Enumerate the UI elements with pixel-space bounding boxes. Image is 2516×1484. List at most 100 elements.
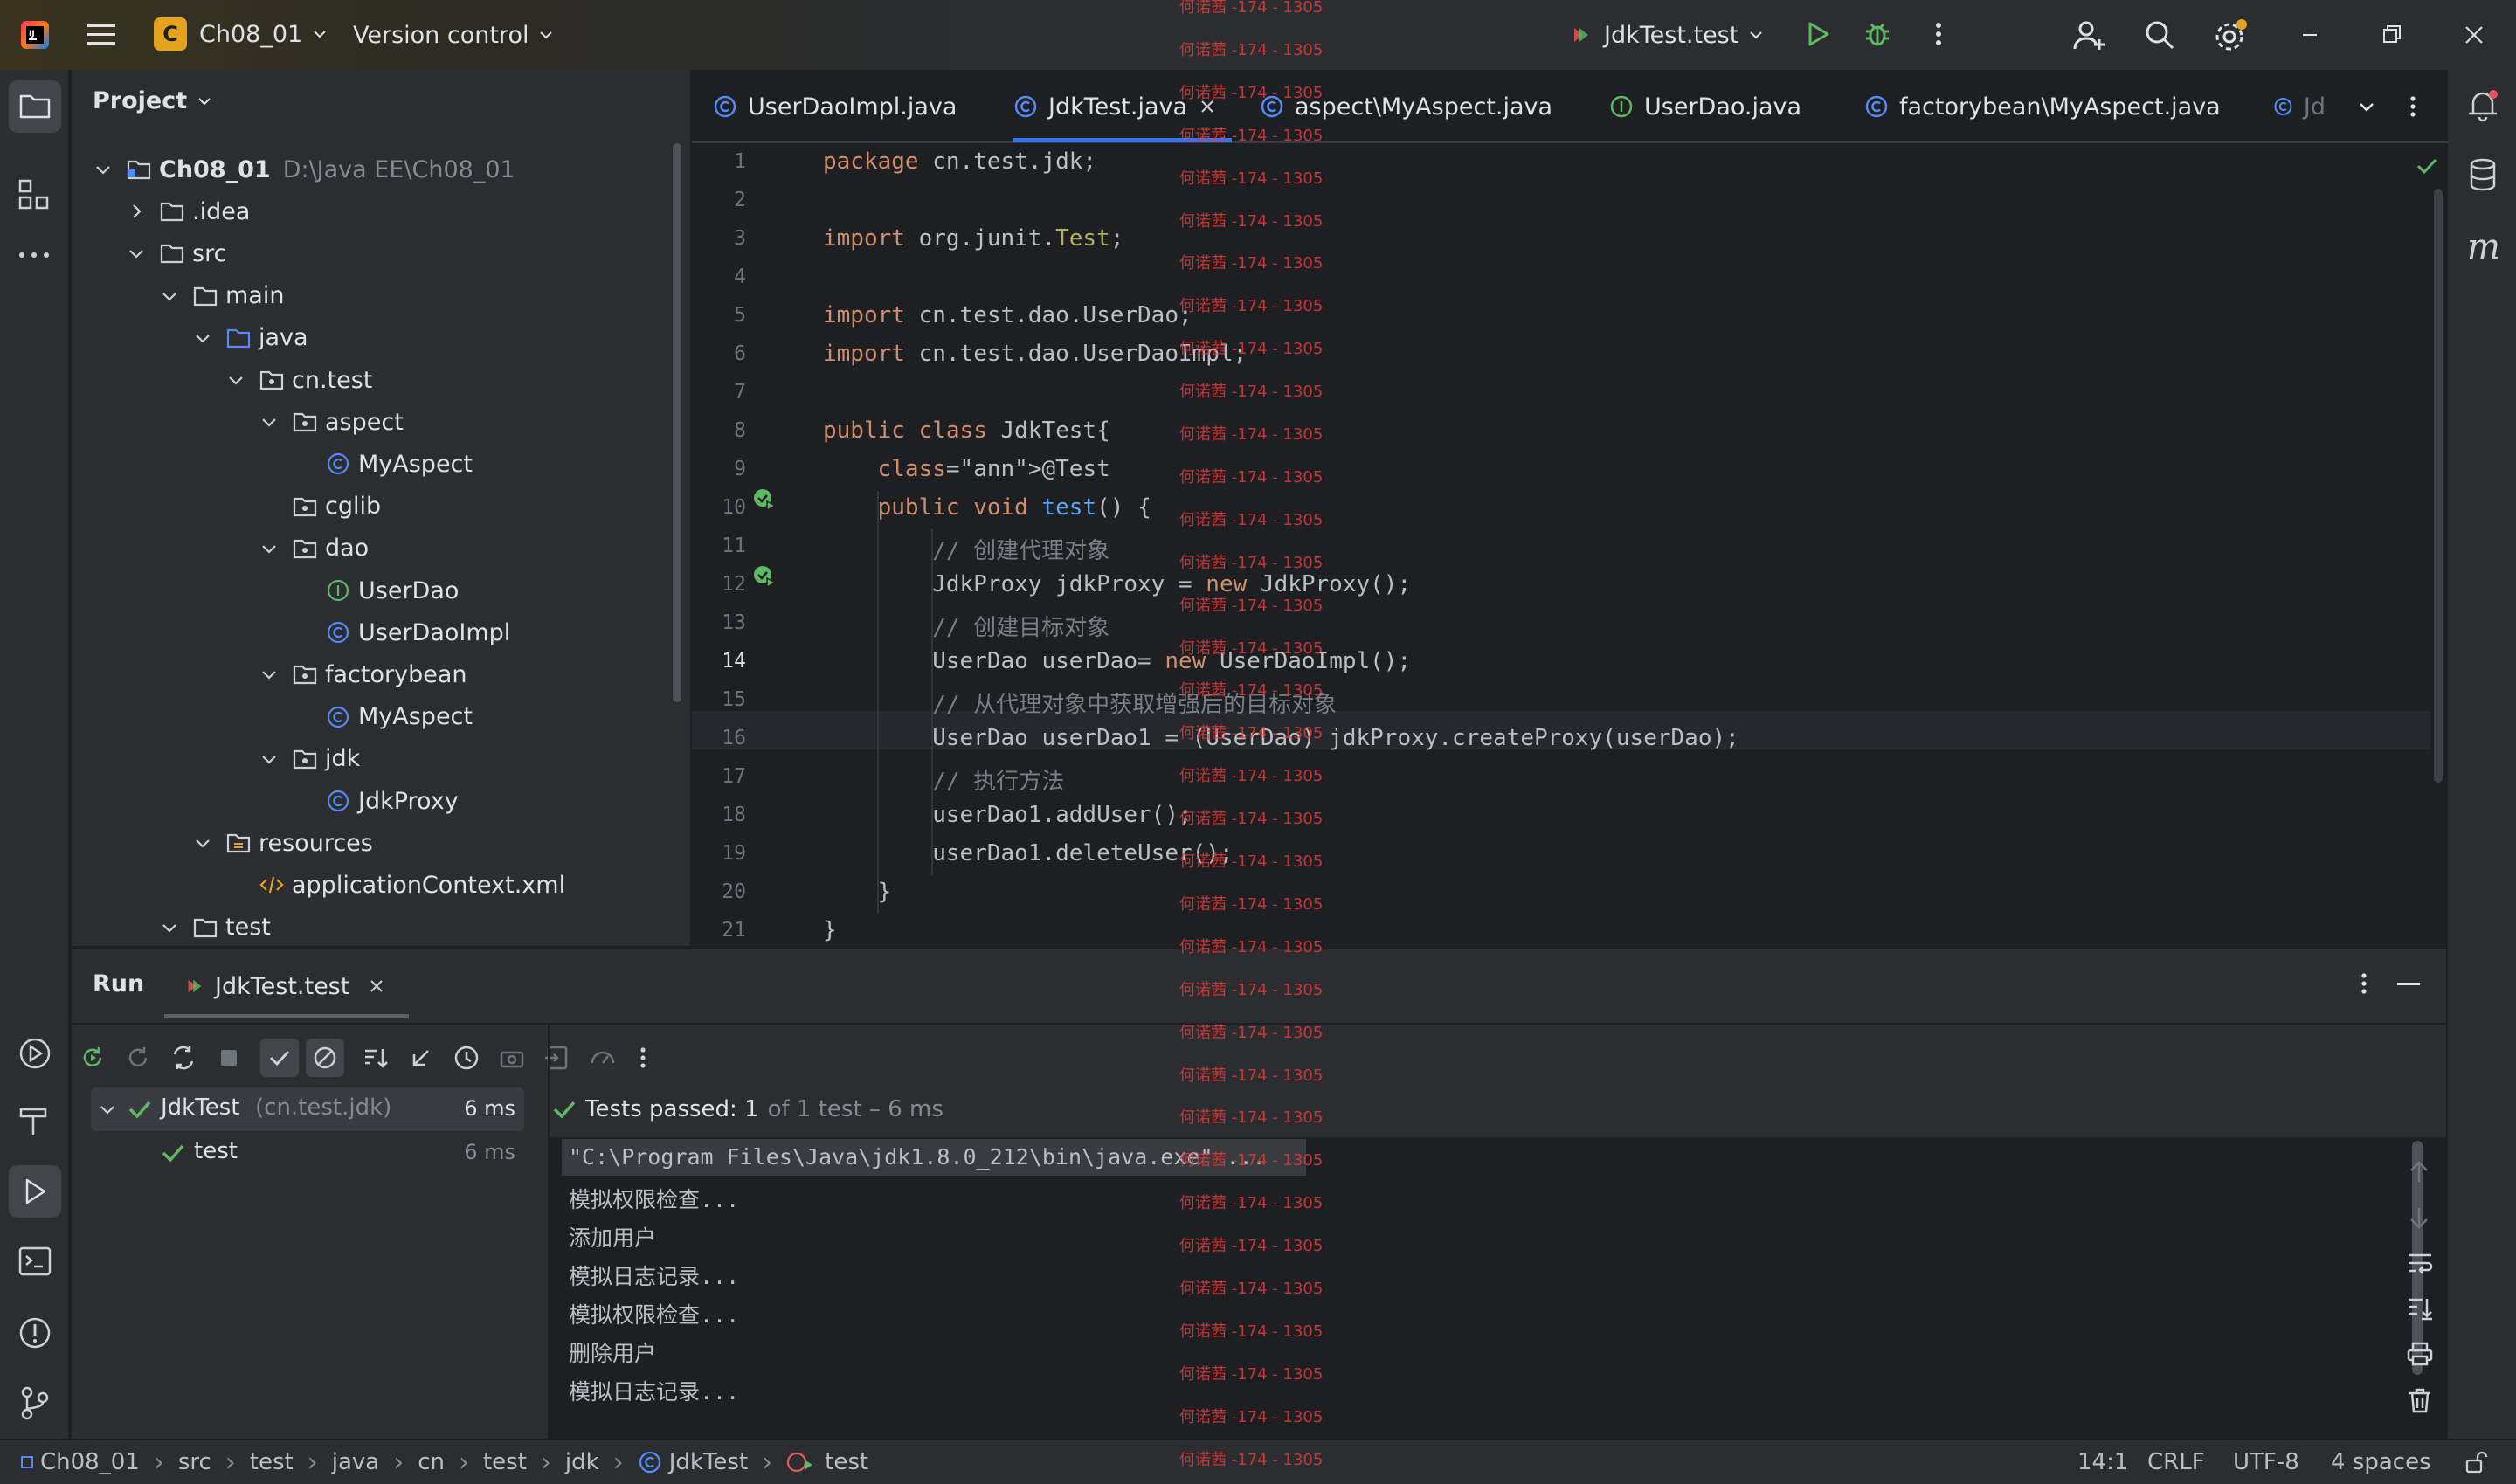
tree-item[interactable]: JdkProxy xyxy=(292,780,459,822)
breadcrumb-item[interactable]: test xyxy=(483,1449,527,1475)
run-test-gutter-icon[interactable] xyxy=(752,487,777,512)
soft-wrap-icon[interactable] xyxy=(2406,1250,2434,1276)
debug-button[interactable] xyxy=(1863,19,1892,49)
run-config-selector[interactable]: JdkTest.test xyxy=(1569,17,1765,52)
project-panel-header[interactable]: Project xyxy=(93,87,213,114)
code-with-me-button[interactable] xyxy=(2072,17,2107,52)
tab-userdaoimpl[interactable]: UserDaoImpl.java xyxy=(713,70,957,143)
chevron-down-icon[interactable] xyxy=(192,328,213,349)
file-encoding[interactable]: UTF-8 xyxy=(2233,1440,2299,1484)
tree-item[interactable]: MyAspect xyxy=(292,696,473,738)
tree-item[interactable]: .idea xyxy=(126,190,250,232)
chevron-right-icon[interactable] xyxy=(126,201,147,222)
run-panel-options-button[interactable] xyxy=(2355,970,2373,997)
breadcrumb-item[interactable]: test xyxy=(825,1449,868,1475)
arrow-up-icon[interactable] xyxy=(2406,1159,2432,1185)
notifications-button[interactable] xyxy=(2465,87,2500,122)
tab-factorybean-myaspect[interactable]: factorybean\MyAspect.java xyxy=(1864,70,2221,143)
minimize-button[interactable] xyxy=(2296,21,2324,49)
chevron-down-icon[interactable] xyxy=(159,917,180,938)
breadcrumb-item[interactable]: Ch08_01 xyxy=(40,1449,140,1475)
tree-item[interactable]: factorybean xyxy=(259,653,467,695)
caret-position[interactable]: 14:1 xyxy=(2077,1440,2128,1484)
breadcrumb-item[interactable]: cn xyxy=(418,1449,445,1475)
history-icon[interactable] xyxy=(453,1044,480,1072)
chevron-down-icon[interactable] xyxy=(159,286,180,307)
scroll-to-end-icon[interactable] xyxy=(2406,1295,2434,1322)
tree-item[interactable]: dao xyxy=(259,528,369,569)
console-output[interactable]: "C:\Program Files\Java\jdk1.8.0_212\bin\… xyxy=(550,1137,2446,1440)
maven-tool-button[interactable]: m xyxy=(2467,227,2500,267)
show-ignored-toggle[interactable] xyxy=(306,1039,344,1077)
tabs-dropdown-button[interactable] xyxy=(2357,70,2376,143)
chevron-down-icon[interactable] xyxy=(225,369,246,390)
tabs-more-button[interactable] xyxy=(2404,70,2422,143)
coverage-icon[interactable] xyxy=(589,1044,617,1072)
line-separator[interactable]: CRLF xyxy=(2147,1440,2205,1484)
tree-item[interactable]: cn.test xyxy=(225,359,372,401)
no-problems-check-icon[interactable] xyxy=(2415,154,2439,178)
run-tool-button[interactable] xyxy=(9,1165,61,1218)
chevron-down-icon[interactable] xyxy=(259,664,280,685)
trash-icon[interactable] xyxy=(2406,1386,2434,1414)
read-only-toggle[interactable] xyxy=(2464,1440,2488,1484)
sort-icon[interactable] xyxy=(362,1044,390,1072)
collapse-icon[interactable] xyxy=(407,1044,435,1072)
problems-tool-button[interactable] xyxy=(17,1315,52,1350)
breadcrumb-item[interactable]: jdk xyxy=(565,1449,599,1475)
run-test-gutter-icon[interactable] xyxy=(752,564,777,589)
tree-item[interactable]: jdk xyxy=(259,738,360,780)
breadcrumb-item[interactable]: test xyxy=(250,1449,294,1475)
chevron-down-icon[interactable] xyxy=(259,411,280,432)
tree-item[interactable]: UserDao xyxy=(292,569,459,611)
version-control-menu[interactable]: Version control xyxy=(353,17,555,52)
rerun-icon[interactable] xyxy=(79,1044,107,1072)
chevron-down-icon[interactable] xyxy=(192,832,213,853)
services-tool-button[interactable] xyxy=(17,1036,52,1071)
tree-item[interactable]: java xyxy=(192,317,308,359)
structure-tool-button[interactable] xyxy=(17,178,51,211)
tree-item[interactable]: main xyxy=(159,275,284,317)
settings-button[interactable] xyxy=(2212,17,2249,54)
build-tool-button[interactable] xyxy=(17,1104,52,1139)
stop-icon[interactable] xyxy=(215,1044,243,1072)
tree-item[interactable]: UserDaoImpl xyxy=(292,611,510,653)
code-area[interactable]: 1 package cn.test.jdk; 2 3 import org.junit.… xyxy=(692,145,2448,946)
camera-icon[interactable] xyxy=(498,1044,526,1072)
tree-item[interactable]: test xyxy=(159,907,271,949)
test-row-selected[interactable]: JdkTest (cn.test.jdk) 6 ms xyxy=(91,1087,524,1131)
toggle-auto-test-icon[interactable] xyxy=(169,1044,197,1072)
run-tab-jdktest[interactable]: JdkTest.test xyxy=(183,962,384,1011)
terminal-tool-button[interactable] xyxy=(17,1246,52,1277)
tab-truncated[interactable]: Jd xyxy=(2273,70,2326,143)
breadcrumb-item[interactable]: JdkTest xyxy=(669,1449,748,1475)
tree-item[interactable]: src xyxy=(126,232,226,274)
more-actions-button[interactable] xyxy=(1925,19,1952,49)
chevron-down-icon[interactable] xyxy=(126,243,147,264)
arrow-down-icon[interactable] xyxy=(2406,1204,2432,1231)
print-icon[interactable] xyxy=(2406,1341,2434,1367)
hide-panel-button[interactable] xyxy=(2397,983,2420,985)
test-row[interactable]: test 6 ms xyxy=(91,1131,524,1175)
git-tool-button[interactable] xyxy=(17,1385,52,1420)
more-tools-button[interactable] xyxy=(17,250,51,260)
project-selector[interactable]: C Ch08_01 xyxy=(154,17,328,51)
project-scrollbar[interactable] xyxy=(673,143,681,702)
run-button[interactable] xyxy=(1803,19,1833,49)
database-tool-button[interactable] xyxy=(2465,157,2500,192)
show-passed-toggle[interactable] xyxy=(260,1039,299,1077)
main-menu-button[interactable] xyxy=(86,21,117,49)
tree-item[interactable]: resources xyxy=(192,822,373,864)
tree-item[interactable]: MyAspect xyxy=(292,443,473,485)
breadcrumb-item[interactable]: java xyxy=(332,1449,379,1475)
tree-item[interactable]: cglib xyxy=(259,486,381,528)
more-vertical-icon[interactable] xyxy=(634,1044,652,1072)
chevron-down-icon[interactable] xyxy=(93,159,114,180)
rerun-failed-icon[interactable] xyxy=(124,1044,152,1072)
indent-setting[interactable]: 4 spaces xyxy=(2331,1440,2431,1484)
editor-scrollbar[interactable] xyxy=(2434,189,2443,783)
tree-item[interactable]: Ch08_01 D:\Java EE\Ch08_01 xyxy=(93,148,515,190)
restore-button[interactable] xyxy=(2378,21,2406,49)
chevron-down-icon[interactable] xyxy=(259,538,280,559)
tree-item[interactable]: applicationContext.xml xyxy=(225,864,565,906)
